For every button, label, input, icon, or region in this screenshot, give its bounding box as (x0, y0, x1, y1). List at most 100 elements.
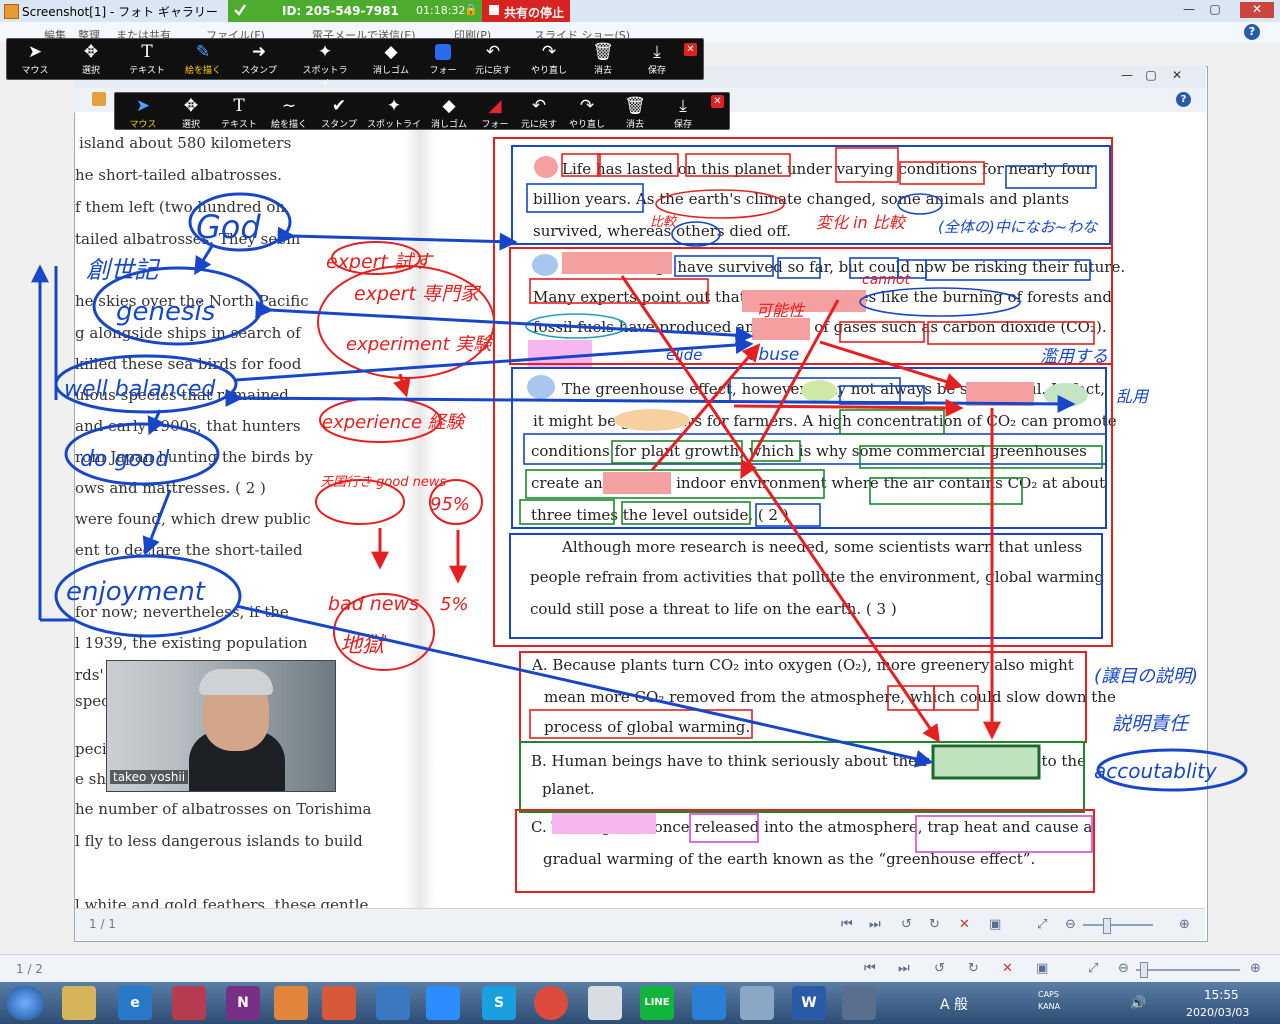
left-text-line: spec (75, 692, 110, 710)
tool-spotlight[interactable]: ✦ スポットライ (299, 39, 351, 89)
tool-clear[interactable]: 🗑 消去 (577, 39, 629, 76)
onenote-icon[interactable]: N (226, 986, 260, 1020)
tool-eraser[interactable]: ◆ 消しゴム (425, 93, 473, 130)
eraser-icon: ◆ (442, 96, 456, 116)
tool-mouse[interactable]: ➤ マウス (119, 93, 167, 130)
first-page-icon[interactable]: ⏮ (864, 961, 876, 976)
tool-redo[interactable]: ↷ やり直し (563, 93, 611, 130)
cursor-icon: ➤ (135, 96, 151, 116)
slideshow-icon[interactable]: ▣ (989, 917, 1001, 932)
stop-share-button[interactable]: 共有の停止 (482, 0, 570, 22)
toolbar-close-icon[interactable]: ✕ (711, 95, 724, 108)
share-timer: 01:18:32 (416, 4, 466, 17)
stop-icon (489, 5, 499, 15)
rotate-right-icon[interactable]: ↻ (929, 917, 940, 932)
explorer-icon[interactable] (62, 986, 96, 1020)
clock-date[interactable]: 2020/03/03 (1186, 1006, 1249, 1019)
tool-select[interactable]: ✥ 選択 (167, 93, 215, 130)
tool-clear[interactable]: 🗑 消去 (611, 93, 659, 130)
passage-p1-line: survived, whereas others died off. (533, 222, 791, 240)
choice-a-line: mean more CO₂ removed from the atmospher… (544, 688, 1116, 706)
feather-icon[interactable] (376, 986, 410, 1020)
chrome-icon[interactable] (534, 986, 568, 1020)
tool-save[interactable]: ⤓ 保存 (631, 39, 683, 76)
zoom-slider-handle[interactable] (1103, 918, 1111, 934)
start-button[interactable] (6, 986, 44, 1020)
tool-draw[interactable]: ∼ 絵を描く (265, 93, 313, 130)
clock-time[interactable]: 15:55 (1204, 988, 1239, 1002)
help-icon[interactable]: ? (1244, 24, 1260, 40)
tool-select[interactable]: ✥ 選択 (65, 39, 117, 76)
zoom-out-icon[interactable]: ⊖ (1118, 961, 1129, 976)
media-icon[interactable] (274, 986, 308, 1020)
save-icon: ⤓ (653, 42, 661, 62)
passage-p3-line: it might be good news for farmers. A hig… (533, 412, 1117, 430)
window-titlebar: Screenshot[1] - フォト ギャラリー — ▢ ✕ (0, 0, 1280, 23)
maximize-button[interactable]: ▢ (1204, 2, 1226, 18)
delete-icon[interactable]: ✕ (1002, 961, 1013, 976)
volume-icon[interactable]: 🔊 (1130, 996, 1146, 1011)
doc-app-icon (92, 92, 106, 106)
fit-icon[interactable]: ⤢ (1088, 961, 1098, 976)
zoom-in-icon[interactable]: ⊕ (1179, 917, 1190, 932)
app-page-counter: 1 / 2 (16, 962, 43, 976)
tool-undo[interactable]: ↶ 元に戻す (467, 39, 519, 76)
app-icon[interactable] (588, 986, 622, 1020)
first-page-icon[interactable]: ⏮ (841, 917, 853, 932)
gallery-icon[interactable] (322, 986, 356, 1020)
word-icon[interactable]: W (792, 986, 826, 1020)
skype-icon[interactable]: S (482, 986, 516, 1020)
tool-text[interactable]: T テキスト (215, 93, 263, 130)
redo-icon: ↷ (579, 96, 595, 116)
arrow-app-icon[interactable] (692, 986, 726, 1020)
doc-close-button[interactable]: ✕ (1166, 68, 1188, 84)
tool-mouse[interactable]: ➤ マウス (9, 39, 61, 76)
zoom-slider-handle[interactable] (1140, 962, 1148, 978)
tool-text[interactable]: T テキスト (121, 39, 173, 76)
tool-redo[interactable]: ↷ やり直し (523, 39, 575, 76)
zoom-out-icon[interactable]: ⊖ (1065, 917, 1076, 932)
doc-help-icon[interactable]: ? (1176, 92, 1191, 107)
passage-p3-line: three times the level outside. ( 2 ) (531, 506, 789, 524)
close-button[interactable]: ✕ (1240, 2, 1274, 18)
tool-format[interactable]: フォー (417, 39, 469, 76)
tool-draw[interactable]: ✎ 絵を描く (177, 39, 229, 76)
zoom-in-icon[interactable]: ⊕ (1250, 961, 1261, 976)
zoom-icon[interactable] (426, 986, 460, 1020)
zoom-slider[interactable] (1083, 924, 1153, 926)
rotate-right-icon[interactable]: ↻ (968, 961, 979, 976)
tool-format[interactable]: ◢ フォー (471, 93, 519, 130)
ime-indicator[interactable]: A 般 (940, 994, 968, 1014)
book-spine (405, 112, 435, 908)
tool-save[interactable]: ⤓ 保存 (659, 93, 707, 130)
doc-page-counter: 1 / 1 (89, 917, 116, 931)
slideshow-icon[interactable]: ▣ (1036, 961, 1048, 976)
rotate-left-icon[interactable]: ↺ (934, 961, 945, 976)
tool-stamp[interactable]: ✔ スタンプ (315, 93, 363, 130)
left-text-line: were found, which drew public (75, 510, 311, 528)
minimize-button[interactable]: — (1178, 2, 1200, 18)
doc-minimize-button[interactable]: — (1116, 68, 1138, 84)
choice-a-line: process of global warming. (544, 718, 751, 736)
left-text-line: g alongside ships in search of (75, 324, 301, 342)
zoom-slider[interactable] (1136, 969, 1240, 971)
tool-spotlight[interactable]: ✦ スポットライ (365, 93, 423, 130)
rotate-left-icon[interactable]: ↺ (901, 917, 912, 932)
tool-stamp[interactable]: ➜ スタンプ (233, 39, 285, 76)
line-icon[interactable]: LINE (640, 986, 674, 1020)
tool-undo[interactable]: ↶ 元に戻す (515, 93, 563, 130)
next-page-icon[interactable]: ⏭ (869, 917, 881, 932)
settings-icon[interactable] (842, 986, 876, 1020)
passage-p4-line: people refrain from activities that poll… (530, 568, 1104, 586)
window-title: Screenshot[1] - フォト ギャラリー (22, 5, 218, 19)
app-icon[interactable] (172, 986, 206, 1020)
delete-icon[interactable]: ✕ (959, 917, 970, 932)
toolbar-close-icon[interactable]: ✕ (684, 43, 697, 56)
app-icon[interactable] (740, 986, 774, 1020)
next-page-icon[interactable]: ⏭ (898, 961, 910, 976)
doc-maximize-button[interactable]: ▢ (1140, 68, 1162, 84)
tool-eraser[interactable]: ◆ 消しゴム (365, 39, 417, 76)
ie-icon[interactable]: e (118, 986, 152, 1020)
fit-icon[interactable]: ⤢ (1037, 917, 1047, 932)
choice-b-line: B. Human beings have to think seriously … (531, 752, 1086, 770)
